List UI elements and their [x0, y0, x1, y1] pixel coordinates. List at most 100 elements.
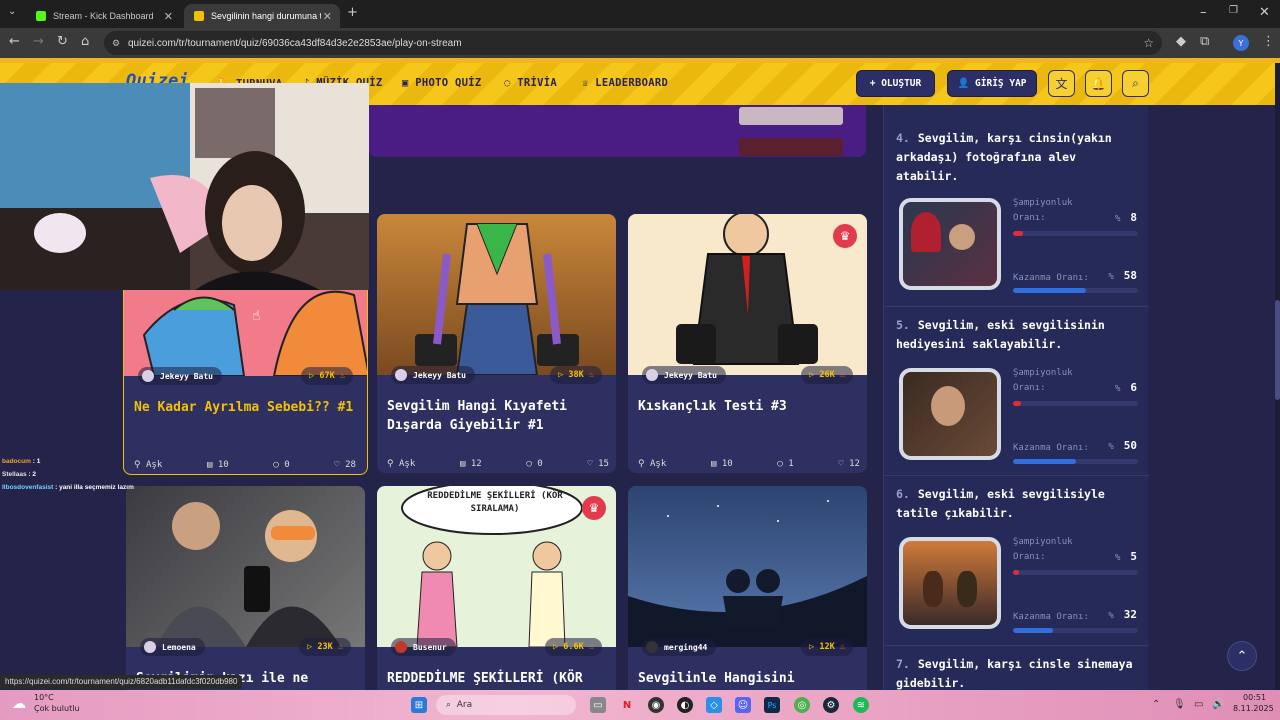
author-badge[interactable]: Jekeyy Batu [138, 367, 222, 385]
author-badge[interactable]: Jekeyy Batu [642, 366, 726, 384]
ranking-item[interactable]: 5. Sevgilim, eski sevgilisinin hediyesini… [884, 306, 1149, 475]
bookmark-star-icon[interactable]: ☆ [1143, 36, 1154, 50]
author-badge[interactable]: Jekeyy Batu [391, 366, 475, 384]
create-button[interactable]: + OLUŞTUR [856, 70, 935, 97]
quiz-title[interactable]: Sevgilim Hangi Kıyafeti Dışarda Giyebili… [387, 397, 607, 435]
ranking-item[interactable]: 6. Sevgilim, eski sevgilisiyle tatile çık… [884, 475, 1149, 645]
chat-message: badocum : 1 [2, 458, 41, 465]
reload-icon[interactable]: ↻ [57, 34, 68, 49]
item-count: ▤ 10 [206, 460, 229, 470]
forward-icon[interactable]: → [33, 34, 44, 49]
premium-crown-icon: ♛ [582, 496, 606, 520]
netflix-icon[interactable]: N [619, 697, 635, 713]
images-icon: ▤ [710, 459, 717, 469]
language-icon[interactable]: 文 [1048, 70, 1075, 97]
previous-row-card[interactable] [369, 105, 866, 157]
tray-chevron-icon[interactable]: ⌃ [1152, 699, 1160, 710]
microphone-icon[interactable]: 🎙 [1173, 699, 1186, 710]
tab-quiz[interactable]: Sevgilinin hangi durumuna taha ✕ [184, 4, 340, 28]
author-badge[interactable]: merging44 [642, 638, 717, 656]
win-rate-bar [1013, 459, 1138, 464]
discord-icon[interactable]: ☺ [735, 697, 751, 713]
quiz-card[interactable]: ♛ Jekeyy Batu ▷ 26K ♨ Kıskançlık Testi #… [628, 214, 867, 473]
chat-message: Stellaas : 2 [2, 471, 36, 478]
like-count[interactable]: ♡ 28 [334, 460, 356, 470]
browser-toolbar: ← → ↻ ⌂ ⚙ quizei.com/tr/tournament/quiz/… [0, 28, 1280, 58]
quiz-meta: ⚲ Aşk ▤ 10 ◯ 0 ♡ 28 [134, 460, 356, 470]
app-icon[interactable]: ◐ [677, 697, 693, 713]
login-button[interactable]: 👤 GİRİŞ YAP [947, 70, 1037, 97]
quiz-title[interactable]: Sevgilinle Hangisini [638, 669, 858, 688]
steam-icon[interactable]: ⚙ [823, 697, 839, 713]
ranking-item[interactable]: 4. Sevgilim, karşı cinsin(yakın arkadaşı)… [884, 105, 1149, 306]
category: ⚲ Aşk [638, 459, 667, 469]
browser-menu-icon[interactable]: ⋮ [1262, 34, 1275, 49]
close-tab-icon[interactable]: ✕ [164, 10, 173, 23]
like-count[interactable]: ♡ 12 [838, 459, 860, 469]
file-explorer-icon[interactable]: ▭ [590, 697, 606, 713]
status-url: https://quizei.com/tr/tournament/quiz/68… [0, 675, 243, 689]
quiz-title[interactable]: REDDEDİLME ŞEKİLLERİ (KÖR [387, 669, 607, 688]
category: ⚲ Aşk [387, 459, 416, 469]
ranking-text: 6. Sevgilim, eski sevgilisiyle tatile çık… [896, 487, 1105, 520]
vscode-icon[interactable]: ◇ [706, 697, 722, 713]
search-icon[interactable]: ⌕ [1122, 70, 1149, 97]
back-icon[interactable]: ← [9, 34, 20, 49]
nav-trivia[interactable]: ◌ TRİVİA [504, 77, 557, 89]
quiz-thumbnail: REDDEDİLME ŞEKİLLERİ (KÖR SIRALAMA) [377, 486, 616, 648]
item-count: ▤ 10 [710, 459, 733, 469]
minimize-icon[interactable]: – [1200, 5, 1207, 20]
profile-avatar-icon[interactable]: Y [1233, 35, 1249, 51]
champ-rate: % 5 [1114, 550, 1137, 563]
author-badge[interactable]: Lemoena [140, 638, 205, 656]
quiz-card[interactable]: Jekeyy Batu ▷ 38K ♨ Sevgilim Hangi Kıyaf… [377, 214, 616, 473]
play-count-badge: ▷ 12K ♨ [801, 638, 853, 656]
obs-icon[interactable]: ◉ [648, 697, 664, 713]
clock-date[interactable]: 8.11.2025 [1233, 704, 1274, 713]
quiz-card[interactable]: Lemoena ▷ 23K ♨ Sevgilimin kızı ile ne [126, 486, 365, 690]
browser-tab-bar: ⌄ Stream - Kick Dashboard ✕ Sevgilinin h… [0, 0, 1280, 28]
ranking-item[interactable]: 7. Sevgilim, karşı cinsle sinemaya gidebi… [884, 645, 1149, 690]
quiz-thumbnail [126, 486, 365, 647]
display-icon[interactable]: ▭ [1194, 699, 1203, 710]
bell-icon[interactable]: 🔔 [1085, 70, 1112, 97]
quiz-title[interactable]: Ne Kadar Ayrılma Sebebi?? #1 [134, 398, 354, 417]
clock-time[interactable]: 00:51 [1243, 693, 1266, 702]
new-tab-icon[interactable]: + [347, 5, 358, 20]
spotify-icon[interactable]: ≋ [853, 697, 869, 713]
tab-kick-dashboard[interactable]: Stream - Kick Dashboard ✕ [26, 4, 181, 28]
url-bar[interactable]: ⚙ quizei.com/tr/tournament/quiz/69036ca4… [104, 31, 1162, 55]
category-icon: ⚲ [134, 460, 141, 470]
home-icon[interactable]: ⌂ [81, 34, 89, 49]
windows-start-icon[interactable]: ⊞ [411, 697, 427, 713]
taskbar-search[interactable]: ⌕ Ara [436, 695, 576, 715]
extensions-puzzle-icon[interactable]: ⧉ [1200, 34, 1209, 49]
close-tab-icon[interactable]: ✕ [323, 10, 332, 23]
author-badge[interactable]: Busenur [391, 638, 456, 656]
chrome-icon[interactable]: ◎ [794, 697, 810, 713]
weather-temp: 10°C [34, 693, 54, 702]
comment-icon: ◯ [273, 460, 279, 470]
photoshop-icon[interactable]: Ps [764, 697, 780, 713]
thumbnail-illustration [676, 214, 818, 365]
weather-icon[interactable]: ☁ [12, 696, 26, 712]
windows-taskbar: ☁ 10°C Çok bulutlu ⊞ ⌕ Ara ▭ N ◉ ◐ ◇ ☺ P… [0, 690, 1280, 720]
close-window-icon[interactable]: ✕ [1259, 5, 1270, 20]
champ-rate-bar-fill [1013, 231, 1023, 236]
volume-icon[interactable]: 🔊 [1212, 699, 1224, 710]
tab-search-icon[interactable]: ⌄ [8, 6, 16, 17]
extension-icon[interactable]: ◆ [1176, 34, 1186, 49]
nav-photo-quiz[interactable]: ▣ PHOTO QUİZ [402, 77, 481, 89]
quiz-card[interactable]: merging44 ▷ 12K ♨ Sevgilinle Hangisini [628, 486, 867, 690]
scroll-to-top-button[interactable]: ⌃ [1227, 641, 1257, 671]
scrollbar-thumb[interactable] [1275, 300, 1280, 400]
site-info-icon[interactable]: ⚙ [112, 38, 120, 49]
quiz-card[interactable]: REDDEDİLME ŞEKİLLERİ (KÖR SIRALAMA) ♛ Bu… [377, 486, 616, 690]
fire-icon: ♨ [588, 642, 594, 652]
win-label: Kazanma Oranı: [1013, 273, 1089, 283]
like-count[interactable]: ♡ 15 [587, 459, 609, 469]
quiz-title[interactable]: Kıskançlık Testi #3 [638, 397, 858, 416]
restore-icon[interactable]: ❐ [1229, 5, 1238, 16]
nav-leaderboard[interactable]: ♕ LEADERBOARD [582, 77, 668, 89]
chat-icon: ◌ [504, 77, 511, 89]
